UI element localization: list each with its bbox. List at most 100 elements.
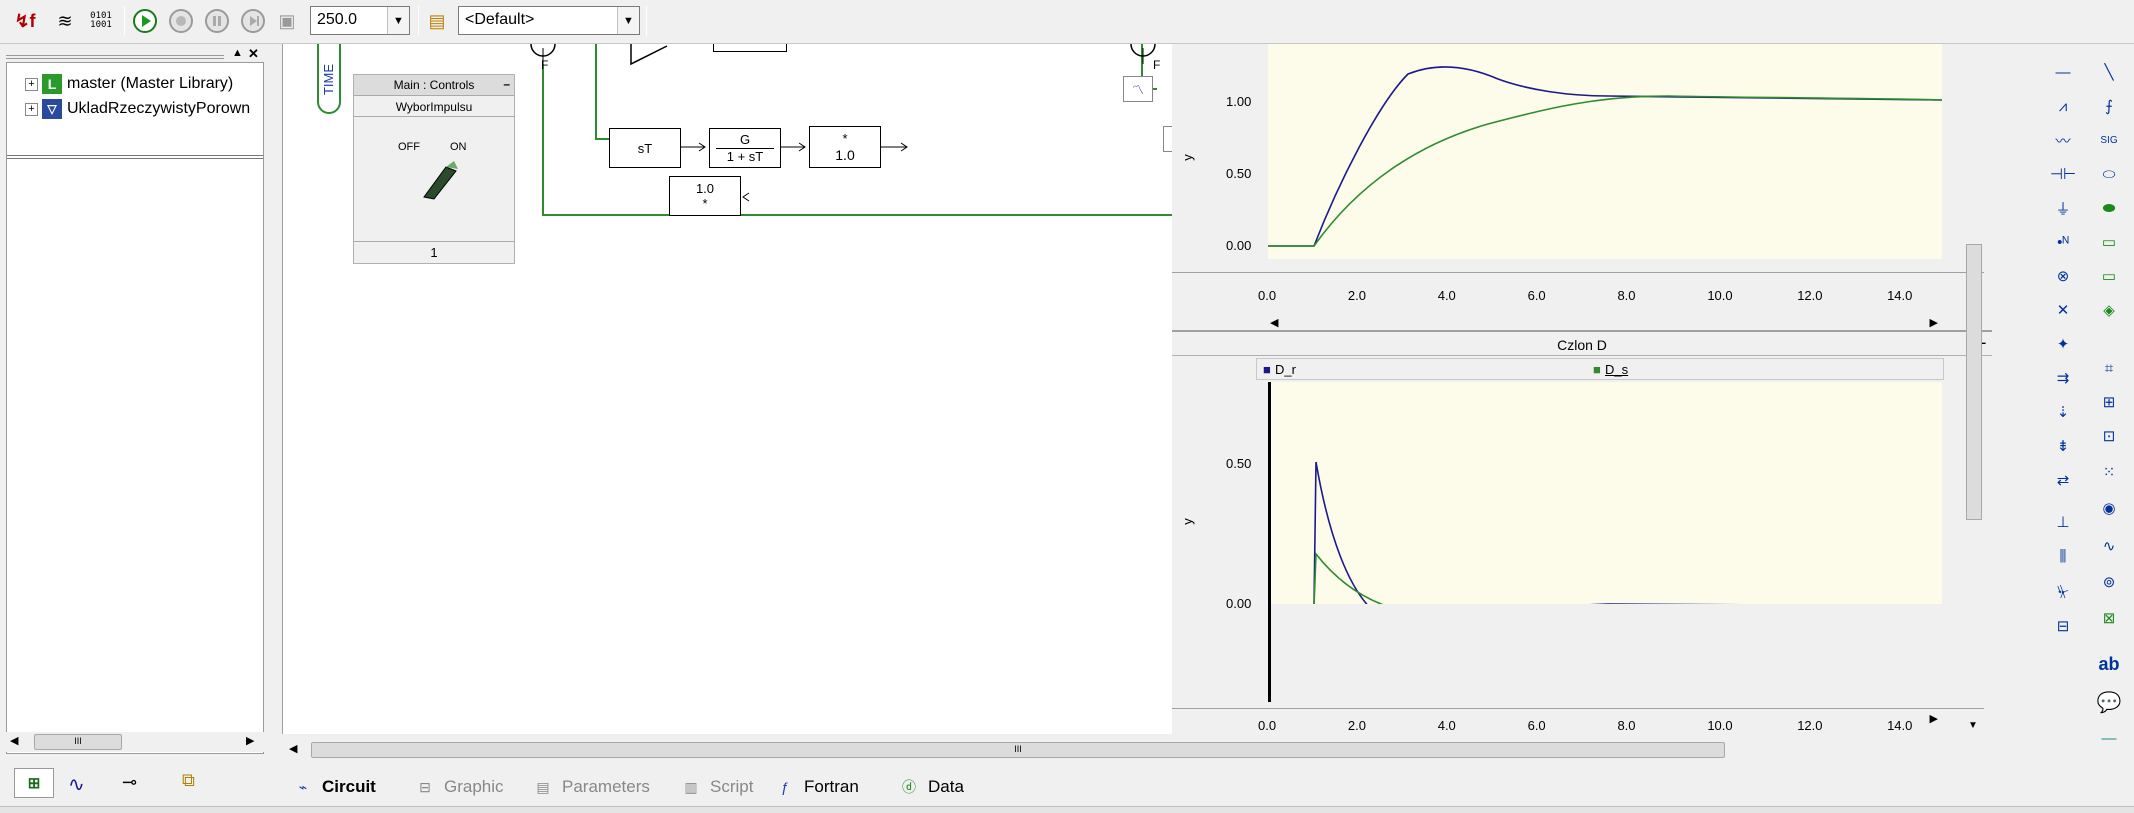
- tree-item-master[interactable]: + L master (Master Library): [25, 73, 233, 95]
- project-select[interactable]: <Default> ▼: [458, 6, 640, 35]
- multiplier-block[interactable]: * 1.0: [809, 126, 881, 168]
- switch-icon[interactable]: ⊥: [2050, 510, 2076, 534]
- summing-junction-1[interactable]: [529, 44, 557, 64]
- wave-icon[interactable]: ∿: [2096, 534, 2122, 558]
- input-icon[interactable]: ▭: [2096, 230, 2122, 254]
- controls-header: Main : Controls –: [354, 75, 514, 96]
- voltmeter-icon[interactable]: ⇣: [2050, 400, 2076, 424]
- comment-icon[interactable]: 💬: [2096, 690, 2122, 714]
- canvas-hscrollbar[interactable]: ◀ III: [283, 740, 2023, 760]
- stop-icon[interactable]: [166, 6, 196, 36]
- source-icon[interactable]: ⏧: [2050, 580, 2076, 604]
- signal-icon[interactable]: SIG: [2096, 128, 2122, 152]
- summing-junction-2[interactable]: [1129, 44, 1157, 64]
- scroll-right-icon[interactable]: ▶: [1930, 316, 1938, 329]
- divider: [7, 155, 263, 159]
- build-stack-icon[interactable]: ≋: [50, 6, 80, 36]
- divider-tool-icon[interactable]: —: [2096, 726, 2122, 750]
- tab-fortran[interactable]: ƒ Fortran: [774, 774, 859, 800]
- resistor-icon[interactable]: ⩘: [2050, 94, 2076, 118]
- graph-vscrollbar[interactable]: ▼: [1964, 44, 1984, 734]
- ammeter-icon[interactable]: ⇉: [2050, 366, 2076, 390]
- control-panel-icon[interactable]: ⊡: [2096, 424, 2122, 448]
- scroll-left-icon[interactable]: ◀: [10, 734, 18, 747]
- inductor-icon[interactable]: 〰: [2050, 128, 2076, 152]
- scope-icon[interactable]: ⊚: [2096, 570, 2122, 594]
- signal-tab-icon[interactable]: ∿: [68, 772, 85, 797]
- dial-icon[interactable]: ◉: [2096, 496, 2122, 520]
- connector-icon[interactable]: ⊟: [2050, 614, 2076, 638]
- pill-icon[interactable]: ⬭: [2096, 162, 2122, 186]
- runtime-combo[interactable]: 250.0 ▼: [310, 6, 410, 35]
- scroll-thumb[interactable]: III: [34, 734, 122, 750]
- scroll-left-icon[interactable]: ◀: [1270, 316, 1278, 329]
- transformer-icon[interactable]: ⫼: [2050, 544, 2076, 568]
- snapshot-icon[interactable]: ▣: [272, 6, 302, 36]
- toolbar-separator: [646, 6, 647, 36]
- derivative-block[interactable]: sT: [609, 128, 681, 168]
- pause-icon[interactable]: [202, 6, 232, 36]
- arrow-icon: [742, 192, 750, 202]
- multiply-icon[interactable]: ⊗: [2050, 264, 2076, 288]
- binary-data-icon[interactable]: 0101 1001: [86, 6, 116, 36]
- top-block-1[interactable]: [713, 44, 787, 52]
- node-icon[interactable]: •ᴺ: [2050, 230, 2076, 254]
- collapse-icon[interactable]: ▲: [232, 47, 243, 59]
- scroll-down-icon[interactable]: ▼: [1968, 720, 1978, 731]
- tree-hscrollbar[interactable]: ◀ III ▶: [6, 732, 264, 752]
- chevron-down-icon[interactable]: ▼: [617, 7, 639, 34]
- chevron-down-icon[interactable]: ▼: [387, 7, 409, 34]
- constant-icon[interactable]: ⬬: [2096, 196, 2122, 220]
- tab-graphic[interactable]: ⊟ Graphic: [414, 774, 504, 800]
- junction-icon[interactable]: ✦: [2050, 332, 2076, 356]
- compile-fortran-icon[interactable]: ↯f: [10, 6, 40, 36]
- breaker-icon[interactable]: ✕: [2050, 298, 2076, 322]
- slider-icon[interactable]: ⊞: [2096, 390, 2122, 414]
- time-label-wrap: TIME: [316, 54, 342, 104]
- circuit-canvas[interactable]: TIME Main : Controls – WyborImpulsu OFF …: [282, 44, 2023, 760]
- feedback-gain-block[interactable]: 1.0 *: [669, 176, 741, 216]
- bus-icon[interactable]: ⨍: [2096, 94, 2122, 118]
- multimeter-icon[interactable]: ⇄: [2050, 468, 2076, 492]
- library-tab-icon[interactable]: ⊞: [14, 768, 54, 798]
- output-icon[interactable]: ▭: [2096, 264, 2122, 288]
- bottom-y-tick: 0.00: [1226, 596, 1252, 611]
- meter-ground-icon[interactable]: ⇟: [2050, 434, 2076, 458]
- wire: [595, 44, 597, 140]
- switch-knob[interactable]: [414, 159, 464, 203]
- minimize-icon[interactable]: –: [503, 77, 510, 91]
- tab-script[interactable]: ▥ Script: [680, 774, 753, 800]
- text-tool-icon[interactable]: ab: [2096, 652, 2122, 676]
- component-tab-icon[interactable]: ⊸: [122, 772, 137, 793]
- scroll-right-icon[interactable]: ▶: [1930, 712, 1938, 725]
- gain-triangle-block[interactable]: [629, 44, 669, 66]
- expand-icon[interactable]: +: [25, 102, 38, 116]
- database-icon[interactable]: ▤: [422, 6, 452, 36]
- tab-label: Graphic: [444, 777, 504, 796]
- g-numerator: G: [739, 131, 751, 147]
- scroll-left-icon[interactable]: ◀: [289, 742, 297, 755]
- tab-circuit[interactable]: ⌁ Circuit: [292, 774, 376, 800]
- bottom-graph-scrollbar[interactable]: ▶: [1268, 710, 1942, 730]
- script-icon[interactable]: ⊠: [2096, 606, 2122, 630]
- graph-output-icon[interactable]: 〽: [1123, 76, 1153, 102]
- tab-parameters[interactable]: ▤ Parameters: [532, 774, 650, 800]
- first-order-block[interactable]: G 1 + sT: [709, 128, 781, 168]
- graph-icon[interactable]: ⌗: [2096, 356, 2122, 380]
- close-icon[interactable]: ✕: [248, 46, 259, 62]
- scroll-right-icon[interactable]: ▶: [246, 734, 254, 747]
- expand-icon[interactable]: +: [25, 77, 38, 91]
- tab-data[interactable]: ⓓ Data: [898, 774, 964, 800]
- export-icon[interactable]: ◈: [2096, 298, 2122, 322]
- run-icon[interactable]: [130, 6, 160, 36]
- capacitor-icon[interactable]: ⊣⊢: [2050, 162, 2076, 186]
- scroll-thumb[interactable]: [1966, 244, 1982, 520]
- scroll-thumb[interactable]: III: [311, 742, 1725, 758]
- tree-item-project[interactable]: + ▽ UkladRzeczywistyPorown: [25, 98, 250, 120]
- scatter-icon[interactable]: ⁙: [2096, 460, 2122, 484]
- layers-tab-icon[interactable]: ⧉: [182, 770, 195, 791]
- line-tool-icon[interactable]: ╲: [2096, 60, 2122, 84]
- step-icon[interactable]: [238, 6, 268, 36]
- ground-icon[interactable]: ⏚: [2050, 196, 2076, 220]
- wire-tool-icon[interactable]: —: [2050, 60, 2076, 84]
